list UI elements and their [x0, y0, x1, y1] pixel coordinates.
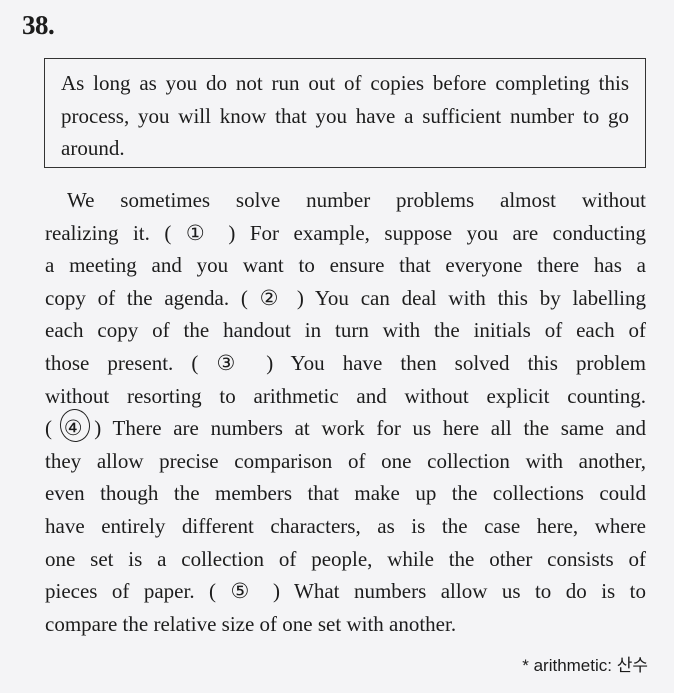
passage-line: compare the relative size of one set wit…: [45, 611, 457, 636]
passage-line: without resorting to arithmetic and with…: [45, 383, 646, 408]
passage: We sometimes solve number problems almos…: [45, 184, 646, 640]
passage-line: each copy of the handout in turn with th…: [45, 318, 646, 343]
passage-line: have entirely different characters, as i…: [45, 513, 646, 538]
circled-choice-4: ④: [57, 407, 92, 445]
given-sentence-box: As long as you do not run out of copies …: [44, 58, 646, 168]
passage-line: those present. ( ③ ) You have then solve…: [45, 350, 646, 375]
passage-line: We sometimes solve number problems almos…: [67, 188, 646, 212]
passage-line: a meeting and you want to ensure that ev…: [45, 253, 646, 278]
passage-line: they allow precise comparison of one col…: [45, 448, 646, 473]
question-number: 38.: [22, 10, 55, 40]
passage-line: pieces of paper. ( ⑤ ) What numbers allo…: [45, 579, 646, 604]
passage-line: even though the members that make up the…: [45, 481, 646, 506]
passage-line: copy of the agenda. ( ② ) You can deal w…: [45, 285, 646, 310]
pen-circle-mark: [57, 407, 92, 445]
passage-line: one set is a collection of people, while…: [45, 546, 646, 571]
given-sentence: As long as you do not run out of copies …: [61, 71, 629, 160]
passage-line-with-marked-answer: ( ④ ) There are numbers at work for us h…: [45, 407, 646, 445]
footnote: * arithmetic: 산수: [522, 656, 648, 675]
passage-line: realizing it. ( ① ) For example, suppose…: [45, 220, 646, 245]
